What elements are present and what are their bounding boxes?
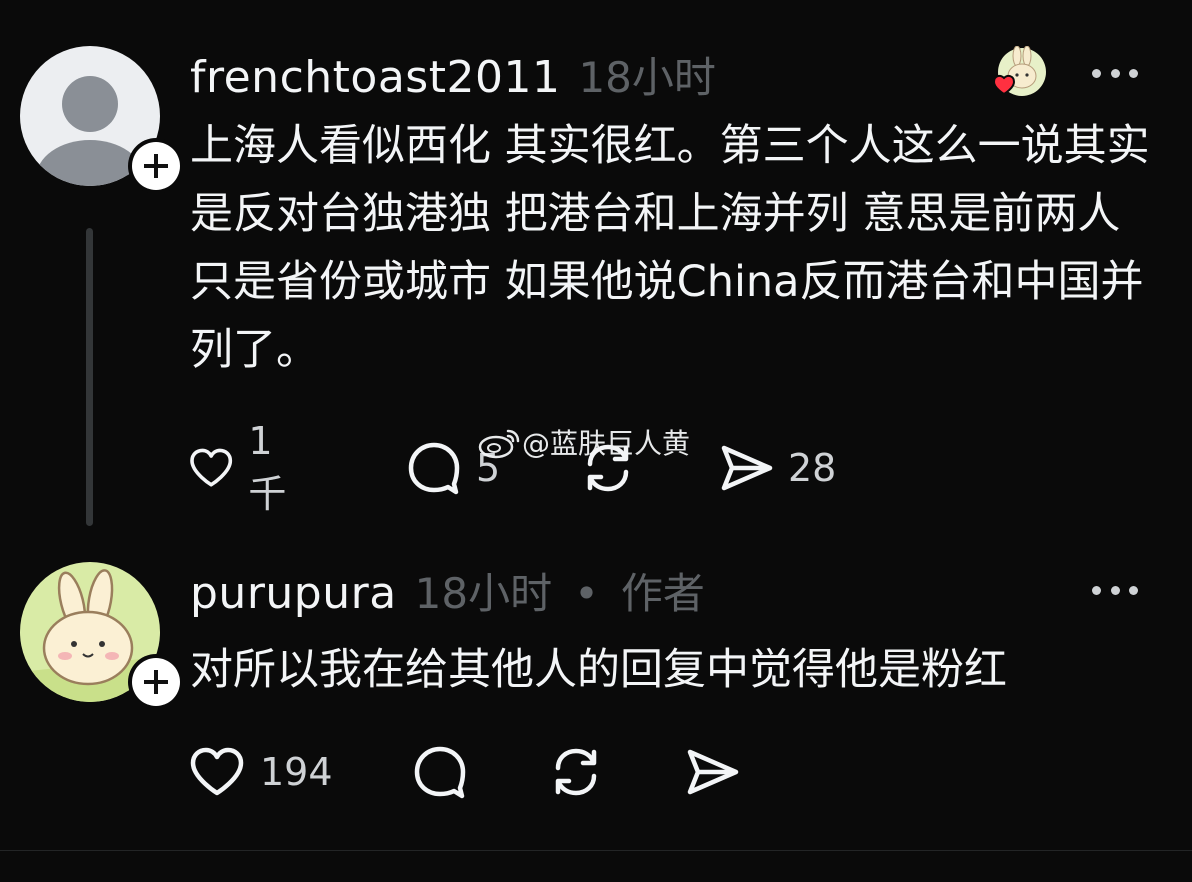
- post-header: frenchtoast2011 18小时: [190, 44, 716, 105]
- user-avatar-wrap[interactable]: [20, 562, 184, 710]
- more-options-button[interactable]: [1092, 583, 1138, 597]
- post-text: 上海人看似西化 其实很红。第三个人这么一说其实是反对台独港独 把港台和上海并列 …: [190, 121, 1150, 375]
- like-count: 1千: [248, 418, 287, 516]
- watermark-text: @蓝肤巨人黄: [522, 427, 691, 460]
- like-button[interactable]: 1千: [188, 419, 298, 516]
- plus-icon: [144, 154, 168, 178]
- heart-icon: [190, 448, 233, 487]
- repost-button[interactable]: [548, 742, 618, 802]
- heart-icon: [190, 747, 244, 796]
- share-count: 28: [788, 446, 837, 490]
- divider: [0, 850, 1192, 851]
- follow-button[interactable]: [128, 138, 184, 194]
- username[interactable]: frenchtoast2011: [190, 52, 560, 103]
- send-icon: [687, 749, 739, 795]
- weibo-logo-icon: [478, 429, 520, 459]
- send-icon: [721, 445, 773, 491]
- user-avatar-wrap[interactable]: [20, 46, 184, 194]
- comment-post: purupura 18小时 • 作者 对所以我在给其他人的回复中觉得他是粉红 1…: [0, 540, 1192, 850]
- post-header: purupura 18小时 • 作者: [190, 560, 705, 621]
- like-count: 194: [260, 750, 333, 794]
- share-button[interactable]: 28: [718, 438, 836, 498]
- share-button[interactable]: [684, 742, 754, 802]
- post-text: 对所以我在给其他人的回复中觉得他是粉红: [190, 645, 1007, 695]
- timestamp: 18小时: [578, 53, 716, 102]
- follow-button[interactable]: [128, 654, 184, 710]
- reply-button[interactable]: [412, 742, 482, 802]
- comment-icon: [408, 442, 460, 495]
- more-options-button[interactable]: [1092, 66, 1138, 80]
- thread-line: [86, 228, 93, 526]
- watermark: @蓝肤巨人黄: [478, 422, 690, 462]
- separator-dot: •: [574, 569, 599, 618]
- author-liked-indicator: [992, 45, 1046, 100]
- like-button[interactable]: 194: [188, 742, 333, 802]
- author-tag: 作者: [620, 569, 705, 618]
- plus-icon: [144, 670, 168, 694]
- repost-icon: [555, 748, 597, 796]
- comment-icon: [414, 746, 466, 799]
- username[interactable]: purupura: [190, 568, 397, 619]
- timestamp: 18小时: [414, 569, 553, 618]
